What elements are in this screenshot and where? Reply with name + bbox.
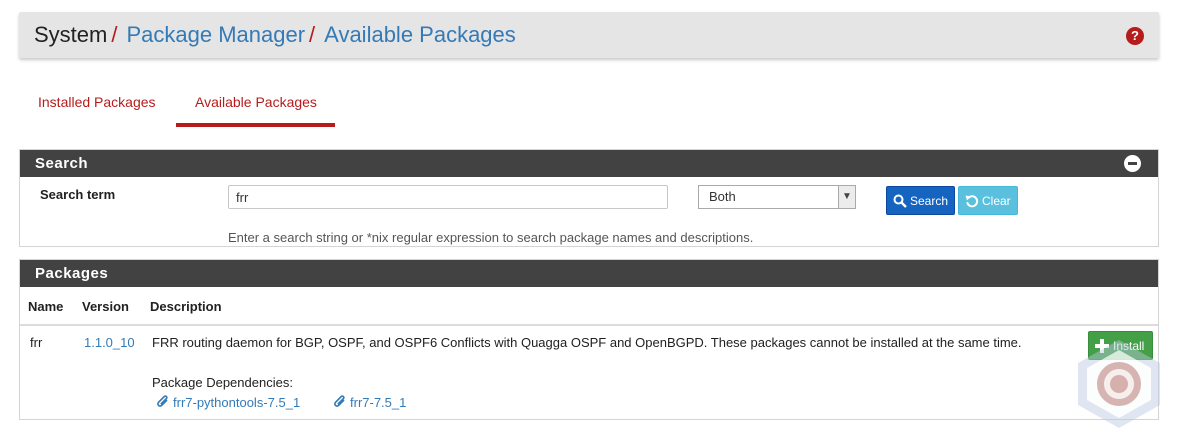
tab-available-packages[interactable]: Available Packages: [195, 94, 317, 110]
breadcrumb-package-manager[interactable]: Package Manager: [126, 22, 305, 47]
search-panel-title: Search: [35, 155, 89, 172]
undo-icon: [965, 195, 979, 208]
page-header: System / Package Manager / Available Package…: [19, 12, 1159, 58]
watermark-logo: [1078, 340, 1160, 428]
search-button[interactable]: Search: [886, 186, 955, 215]
search-scope-select[interactable]: Both ▼: [698, 185, 856, 209]
packages-panel: Packages Name Version Description frr 1.…: [19, 259, 1159, 420]
packages-panel-heading: Packages: [20, 260, 1158, 287]
breadcrumb-system: System: [34, 22, 108, 47]
column-header-description[interactable]: Description: [150, 299, 222, 314]
clear-button-label: Clear: [982, 194, 1011, 208]
packages-panel-title: Packages: [35, 265, 109, 282]
table-header-divider: [20, 324, 1158, 326]
breadcrumb-separator: /: [111, 22, 118, 47]
package-name: frr: [30, 335, 43, 350]
search-button-label: Search: [910, 194, 949, 208]
column-header-name[interactable]: Name: [28, 299, 63, 314]
breadcrumb: System / Package Manager / Available Package…: [34, 22, 516, 48]
breadcrumb-separator: /: [309, 22, 316, 47]
package-description: FRR routing daemon for BGP, OSPF, and OS…: [152, 335, 1022, 350]
package-version-link[interactable]: 1.1.0_10: [84, 335, 135, 350]
clear-button[interactable]: Clear: [958, 186, 1018, 215]
dependency-link[interactable]: frr7-7.5_1: [333, 394, 406, 410]
dependency-link-label: frr7-pythontools-7.5_1: [173, 395, 301, 410]
search-panel-heading: Search: [20, 150, 1158, 177]
column-header-version[interactable]: Version: [82, 299, 129, 314]
tab-installed-packages[interactable]: Installed Packages: [38, 94, 156, 110]
search-help-text: Enter a search string or *nix regular ex…: [228, 230, 754, 245]
search-icon: [893, 194, 907, 208]
chevron-down-icon: ▼: [838, 186, 855, 208]
paperclip-icon: [334, 395, 345, 407]
dependency-link[interactable]: frr7-pythontools-7.5_1: [156, 394, 300, 410]
search-term-label: Search term: [40, 187, 116, 202]
dependency-link-label: frr7-7.5_1: [350, 395, 407, 410]
question-circle-icon[interactable]: ?: [1126, 27, 1144, 45]
package-dependencies-label: Package Dependencies:: [152, 375, 293, 390]
active-tab-indicator: [176, 123, 335, 127]
minus-circle-icon[interactable]: [1124, 155, 1141, 172]
paperclip-icon: [157, 395, 168, 407]
breadcrumb-available-packages[interactable]: Available Packages: [324, 22, 516, 47]
search-scope-value: Both: [709, 189, 736, 204]
search-panel: Search Search term Both ▼ Search Clear E…: [19, 149, 1159, 247]
search-term-input[interactable]: [228, 185, 668, 209]
